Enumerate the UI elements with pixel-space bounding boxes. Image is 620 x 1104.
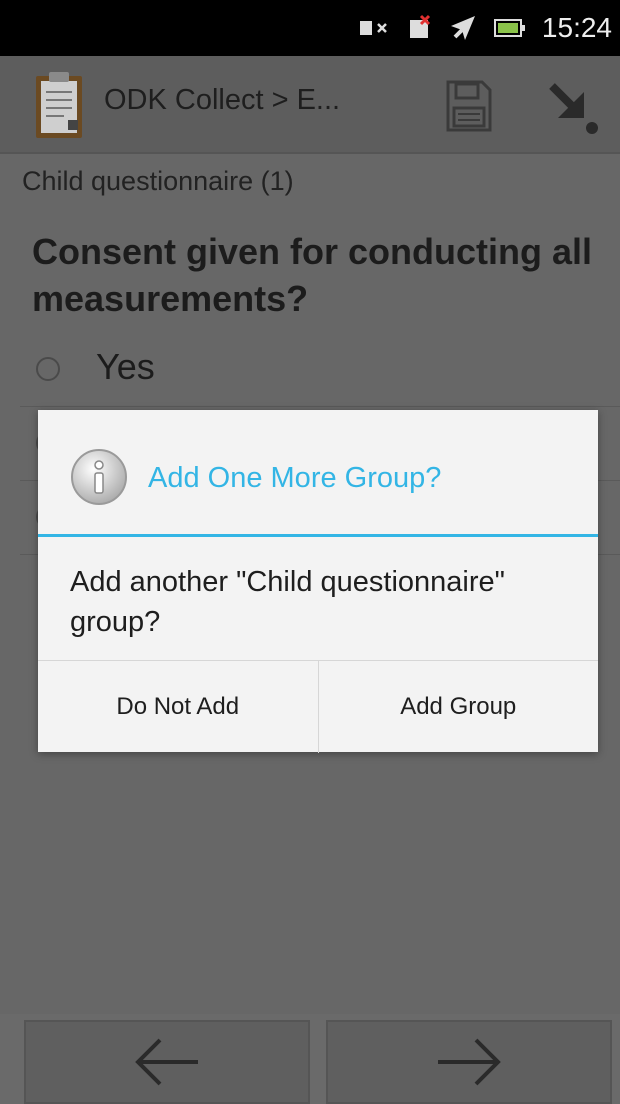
info-icon [71,449,127,505]
app-title: ODK Collect > E... [104,84,341,116]
status-bar: 15:24 [0,0,620,56]
dialog-buttons: Do Not Add Add Group [38,660,598,753]
option-yes[interactable]: Yes [20,332,620,407]
arrow-left-icon [135,1038,198,1086]
radio-button[interactable] [36,357,60,381]
muted-speaker-icon [359,21,387,35]
save-disk-icon[interactable] [438,76,498,136]
clipboard-icon[interactable] [34,70,84,140]
clock: 15:24 [541,12,612,43]
battery-icon [493,19,525,37]
status-icons: 15:24 [358,0,620,56]
back-button[interactable] [24,1020,310,1104]
dialog-title: Add One More Group? [148,462,442,494]
group-label: Child questionnaire (1) [22,166,294,196]
forward-button[interactable] [326,1020,612,1104]
add-group-button[interactable]: Add Group [317,661,599,753]
option-label: Yes [96,346,155,387]
dialog-message: Add another "Child questionnaire" group? [70,566,505,638]
no-sim-icon [409,14,430,38]
question-text: Consent given for conducting all measure… [32,231,593,319]
do-not-add-button[interactable]: Do Not Add [38,661,318,753]
go-to-end-icon[interactable] [540,76,606,138]
action-bar: ODK Collect > E... [0,56,620,154]
arrow-right-icon [438,1038,501,1086]
airplane-mode-icon [450,16,475,40]
add-group-dialog: Add One More Group? Add another "Child q… [38,410,598,753]
dialog-header: Add One More Group? [38,410,598,537]
